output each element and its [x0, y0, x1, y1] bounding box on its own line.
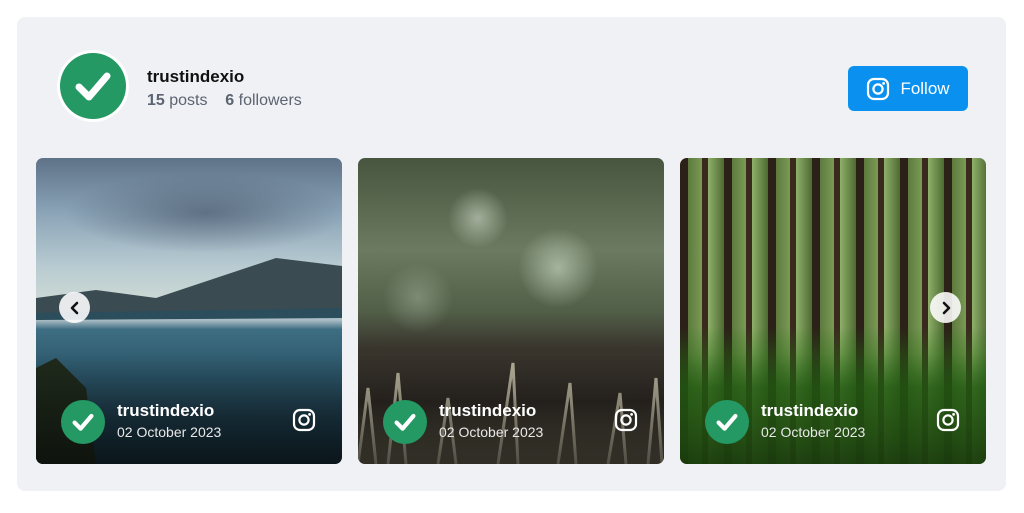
post-date: 02 October 2023: [439, 424, 544, 440]
post-date: 02 October 2023: [761, 424, 866, 440]
profile-avatar-circle: [60, 53, 126, 119]
check-icon: [72, 413, 94, 431]
follow-button[interactable]: Follow: [848, 66, 968, 111]
profile-stats: 15 posts 6 followers: [147, 92, 302, 110]
post-username: trustindexio: [439, 401, 537, 420]
followers-count: 6: [225, 92, 235, 109]
post-username: trustindexio: [117, 401, 215, 420]
follow-label: Follow: [900, 78, 950, 98]
instagram-icon: [867, 77, 890, 100]
post-avatar: [705, 400, 749, 444]
post-avatar: [383, 400, 427, 444]
carousel-prev-button[interactable]: [59, 292, 90, 323]
chevron-right-icon: [942, 301, 950, 314]
check-icon: [394, 413, 416, 431]
posts-count: 15: [147, 92, 165, 109]
post-avatar: [61, 400, 105, 444]
instagram-icon[interactable]: [936, 408, 960, 432]
instagram-icon[interactable]: [614, 408, 638, 432]
followers-label: followers: [238, 92, 302, 109]
profile-username[interactable]: trustindexio: [147, 67, 244, 87]
post-carousel: trustindexio 02 October 2023 trustindexi…: [36, 158, 987, 464]
carousel-next-button[interactable]: [930, 292, 961, 323]
post-username: trustindexio: [761, 401, 859, 420]
check-icon: [716, 413, 738, 431]
profile-avatar[interactable]: [57, 50, 129, 122]
check-icon: [75, 72, 111, 101]
post-card[interactable]: trustindexio 02 October 2023: [358, 158, 664, 464]
instagram-icon[interactable]: [292, 408, 316, 432]
chevron-left-icon: [70, 301, 78, 314]
instagram-feed-widget: trustindexio 15 posts 6 followers Follow: [17, 17, 1006, 491]
post-date: 02 October 2023: [117, 424, 222, 440]
posts-label: posts: [169, 92, 208, 109]
